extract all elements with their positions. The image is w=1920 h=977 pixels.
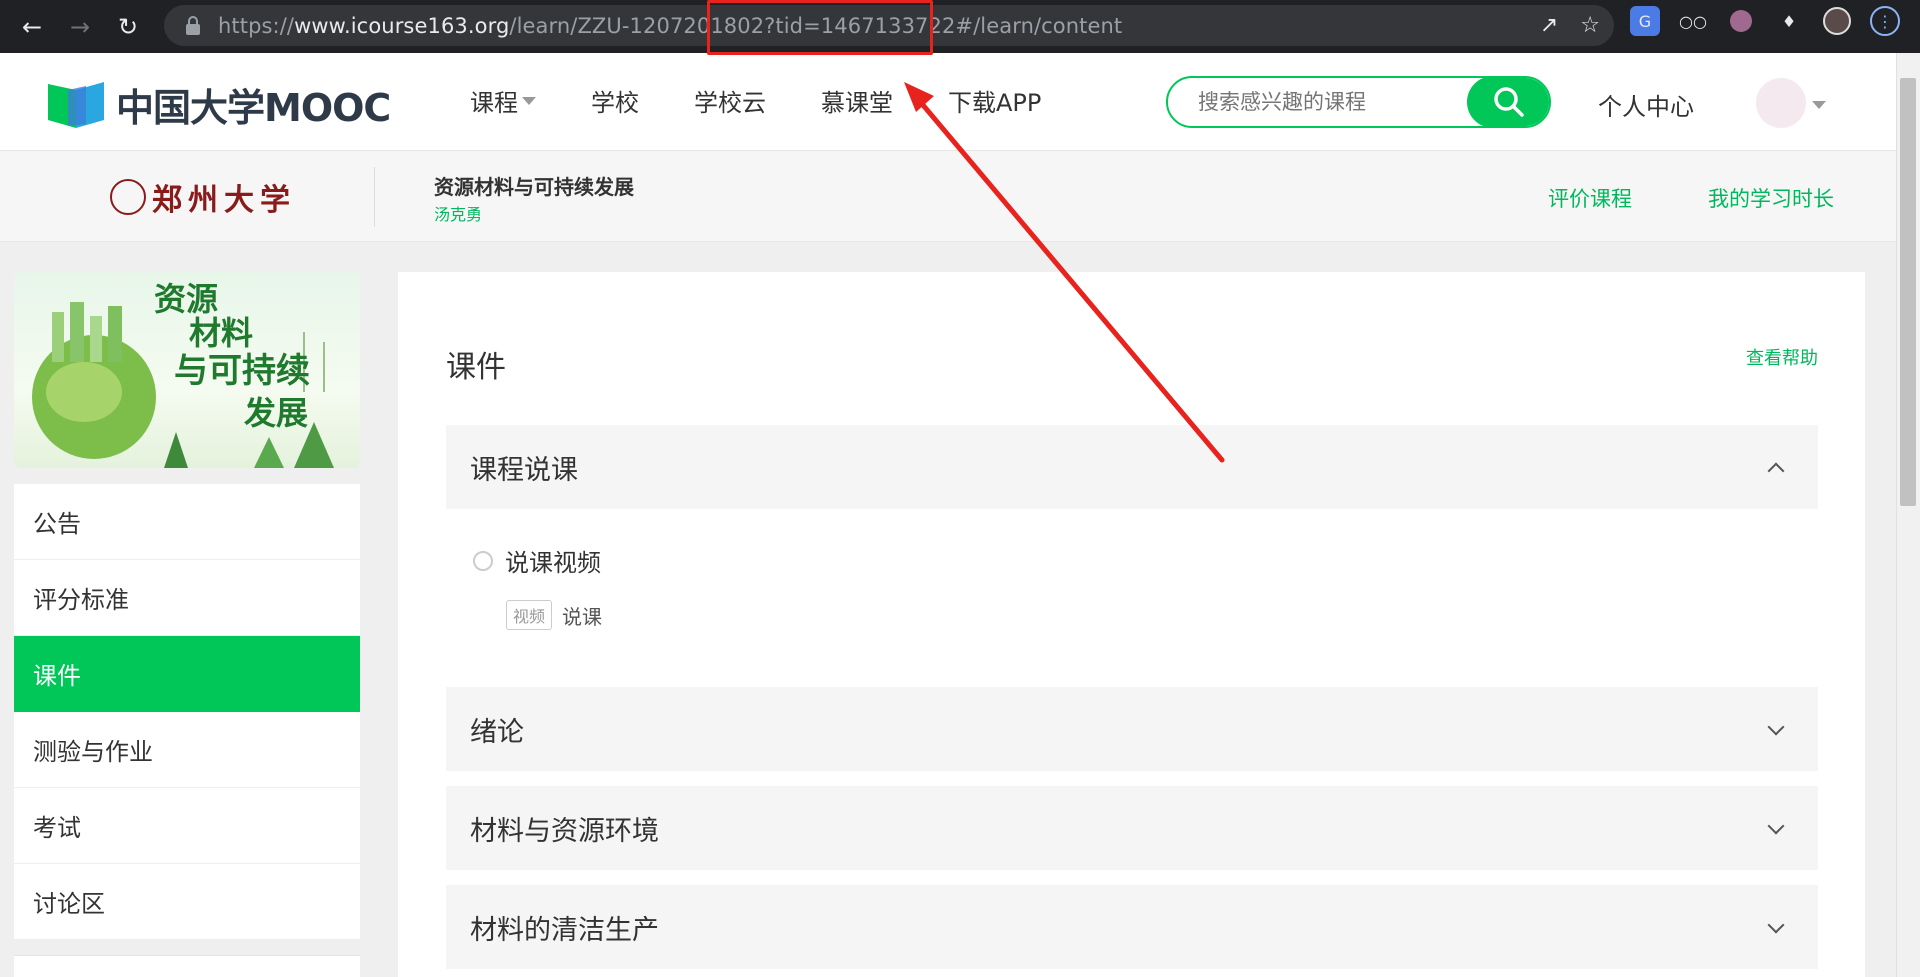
study-time-link[interactable]: 我的学习时长	[1708, 183, 1834, 213]
chevron-down-icon	[1767, 916, 1785, 934]
nav-courses[interactable]: 课程	[470, 83, 536, 118]
chapter-header[interactable]: 材料与资源环境	[446, 786, 1818, 870]
avatar-extension-icon[interactable]	[1726, 6, 1756, 36]
chapter-header[interactable]: 绪论	[446, 687, 1818, 771]
main-nav: 课程 学校 学校云 慕课堂 下载APP	[470, 83, 1096, 118]
page-title: 课件	[446, 350, 506, 385]
profile-avatar-icon[interactable]	[1822, 6, 1852, 36]
school-seal-icon	[110, 179, 146, 215]
sidebar-item-courseware[interactable]: 课件	[14, 636, 360, 712]
mooc-logo[interactable]: 中国大学MOOC	[46, 77, 391, 132]
site-header: 中国大学MOOC 课程 学校 学校云 慕课堂 下载APP 个人中心	[0, 53, 1896, 151]
chevron-down-icon	[1767, 718, 1785, 736]
chevron-up-icon	[1767, 462, 1785, 480]
nav-schools[interactable]: 学校	[591, 83, 639, 118]
glasses-extension-icon[interactable]: ○○	[1678, 6, 1708, 36]
sidebar-item-announcements[interactable]: 公告	[14, 484, 360, 560]
share-icon[interactable]: ↗	[1540, 13, 1558, 38]
nav-mooc-classroom[interactable]: 慕课堂	[821, 83, 893, 118]
course-cover-image: 资源 材料 与可持续 发展	[14, 272, 360, 468]
rate-course-link[interactable]: 评价课程	[1548, 183, 1632, 213]
search-icon	[1494, 87, 1524, 117]
course-title[interactable]: 资源材料与可持续发展	[434, 171, 634, 200]
translate-extension-icon[interactable]: G	[1630, 6, 1660, 36]
chapter-header[interactable]: 课程说课	[446, 425, 1818, 509]
school-logo[interactable]: 郑州大学	[110, 175, 296, 219]
sidebar-extra-panel	[14, 955, 360, 977]
divider	[374, 167, 375, 227]
cover-title-1: 资源	[154, 280, 218, 318]
user-avatar[interactable]	[1756, 78, 1806, 128]
url-text: https://www.icourse163.org/learn/ZZU-120…	[218, 13, 1123, 38]
video-tag: 视频	[506, 600, 553, 630]
sidebar-menu: 公告 评分标准 课件 测验与作业 考试 讨论区	[14, 484, 360, 940]
help-link[interactable]: 查看帮助	[1746, 344, 1818, 370]
chapter-header[interactable]: 材料的清洁生产	[446, 885, 1818, 969]
logo-book-icon	[48, 81, 104, 128]
lock-icon	[186, 15, 200, 35]
cover-title-2: 材料	[189, 314, 253, 352]
browser-toolbar: ← → ↻ https://www.icourse163.org/learn/Z…	[0, 0, 1920, 53]
reload-button[interactable]: ↻	[108, 7, 148, 47]
sidebar-item-exams[interactable]: 考试	[14, 788, 360, 864]
unit-item[interactable]: 视频 说课	[506, 600, 602, 630]
search-input[interactable]	[1168, 78, 1458, 126]
page-scrollbar-thumb[interactable]	[1900, 78, 1916, 506]
bookmark-star-icon[interactable]: ☆	[1580, 13, 1600, 38]
cover-title-3: 与可持续	[174, 351, 310, 391]
nav-school-cloud[interactable]: 学校云	[694, 83, 766, 118]
dropdown-caret-icon	[522, 96, 536, 105]
chevron-down-icon[interactable]	[1812, 101, 1826, 109]
teacher-name[interactable]: 汤克勇	[434, 201, 482, 225]
lesson-item[interactable]: 说课视频	[473, 543, 601, 578]
sidebar-item-quizzes[interactable]: 测验与作业	[14, 712, 360, 788]
annotation-highlight-box	[707, 0, 933, 55]
back-button[interactable]: ←	[12, 7, 52, 47]
sidebar-item-discussion[interactable]: 讨论区	[14, 864, 360, 940]
forward-button[interactable]: →	[60, 7, 100, 47]
browser-menu-icon[interactable]: ⋮	[1870, 6, 1900, 36]
sidebar-item-grading[interactable]: 评分标准	[14, 560, 360, 636]
search-box	[1166, 76, 1551, 128]
lesson-status-icon	[473, 550, 493, 571]
personal-center-link[interactable]: 个人中心	[1598, 87, 1694, 122]
chevron-down-icon	[1767, 817, 1785, 835]
cover-title-4: 发展	[244, 394, 308, 432]
courseware-panel: 课件 查看帮助 课程说课 说课视频 视频 说课 绪论 材料与资源环境 材料的清洁…	[398, 272, 1865, 977]
extensions-puzzle-icon[interactable]: ♦	[1774, 6, 1804, 36]
search-button[interactable]	[1467, 78, 1549, 126]
course-bar: 郑州大学 资源材料与可持续发展 汤克勇 评价课程 我的学习时长	[0, 151, 1896, 242]
nav-download-app[interactable]: 下载APP	[948, 83, 1041, 118]
